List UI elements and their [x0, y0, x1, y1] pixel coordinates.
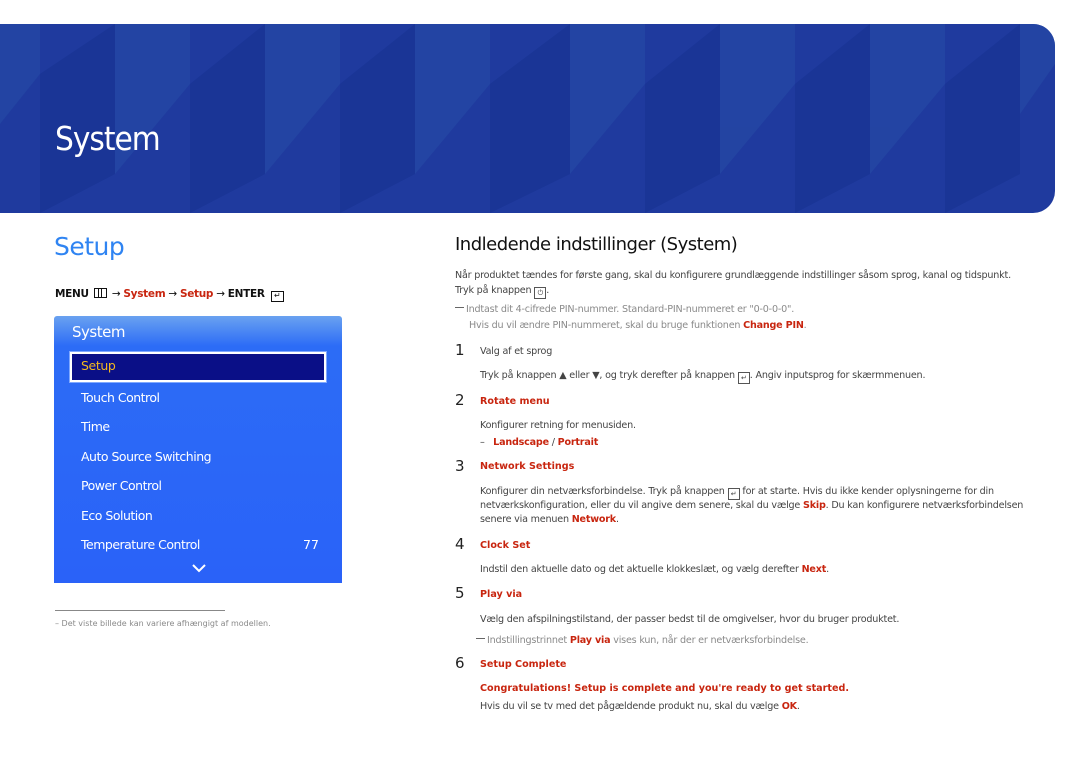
step-text-part: . [616, 514, 619, 525]
step-text-part: eller [569, 370, 590, 381]
step-text: Konfigurer retning for menusiden. [480, 420, 636, 431]
option-portrait: Portrait [557, 437, 599, 448]
system-menu-panel: System Setup Touch Control Time Auto Sou… [54, 316, 342, 583]
footnote-divider [55, 610, 225, 611]
pin-change-note: Hvis du vil ændre PIN-nummeret, skal du … [469, 320, 807, 331]
temperature-value: 77 [303, 537, 319, 552]
menu-item-temperature-control[interactable]: Temperature Control [81, 537, 200, 552]
menu-item-eco-solution[interactable]: Eco Solution [81, 508, 153, 523]
step-text-part: . Angiv inputsprog for skærmmenuen. [749, 370, 926, 381]
period: . [546, 285, 550, 296]
menu-item-auto-source-switching[interactable]: Auto Source Switching [81, 449, 212, 464]
step-title-network-settings: Network Settings [480, 461, 575, 472]
step-title-clock-set: Clock Set [480, 540, 531, 551]
arrow-icon: → [111, 288, 121, 300]
menu-item-label: Setup [81, 358, 116, 373]
breadcrumb-menu: MENU [55, 288, 89, 300]
step-text-part: . [826, 564, 829, 575]
play-via-note: Indstillingstrinnet Play via vises kun, … [476, 635, 809, 646]
step-text-part: Indstil den aktuelle dato og det aktuell… [480, 564, 799, 575]
arrow-icon: → [168, 288, 177, 300]
step-text-part: . [796, 701, 800, 712]
step-title-setup-complete: Setup Complete [480, 659, 567, 670]
menu-icon [93, 288, 107, 298]
menu-item-time[interactable]: Time [81, 419, 110, 434]
intro-text: Når produktet tændes for første gang, sk… [455, 270, 1011, 281]
arrow-icon: → [216, 288, 225, 300]
breadcrumb: MENU → System → Setup → ENTER ↵ [55, 288, 284, 302]
breadcrumb-system: System [123, 288, 166, 300]
step-number: 3 [455, 457, 465, 475]
step-text: Vælg den afspilningstilstand, der passer… [480, 614, 900, 625]
step-number: 5 [455, 584, 465, 602]
intro-press: Tryk på knappen ⏻. [455, 285, 549, 299]
step-title-play-via: Play via [480, 589, 523, 600]
breadcrumb-enter: ENTER [227, 288, 265, 300]
play-via-term: Play via [569, 635, 611, 646]
rotate-options: – Landscape / Portrait [480, 437, 599, 448]
ok-term: OK [781, 701, 797, 712]
enter-icon: ↵ [727, 488, 740, 500]
banner-title: System [55, 119, 161, 158]
skip-term: Skip [803, 500, 826, 511]
step-text-part: , og tryk derefter på knappen [599, 370, 735, 381]
step-text: netværkskonfiguration, eller du vil angi… [480, 500, 1023, 511]
step-text-part: senere via menuen [480, 514, 569, 525]
note-dash-icon [455, 307, 464, 308]
note-dash-icon [476, 638, 485, 639]
note-text-part: vises kun, når der er netværksforbindels… [613, 635, 809, 646]
step-text-part: . Du kan konfigurere netværksforbindelse… [825, 500, 1024, 511]
intro-press-text: Tryk på knappen [455, 285, 532, 296]
step-text-part: for at starte. Hvis du ikke kender oplys… [742, 486, 994, 497]
step-title: Valg af et sprog [480, 346, 553, 357]
change-pin-link: Change PIN [743, 320, 804, 331]
step-text: senere via menuen Network. [480, 514, 619, 525]
step-number: 6 [455, 654, 465, 672]
congratulations-text: Congratulations! Setup is complete and y… [480, 683, 849, 694]
content-heading: Indledende indstillinger (System) [455, 234, 738, 255]
step-text: Indstil den aktuelle dato og det aktuell… [480, 564, 829, 575]
section-title: Setup [54, 232, 125, 261]
step-text-part: Konfigurer din netværksforbindelse. Tryk… [480, 486, 725, 497]
breadcrumb-setup: Setup [179, 288, 214, 300]
power-button-icon: ⏻ [534, 287, 547, 299]
footnote: – Det viste billede kan variere afhængig… [55, 619, 271, 628]
step-text: Konfigurer din netværksforbindelse. Tryk… [480, 486, 994, 500]
option-landscape: Landscape [493, 437, 549, 448]
footnote-text: Det viste billede kan variere afhængigt … [61, 619, 271, 628]
menu-panel-title: System [72, 323, 125, 341]
enter-icon: ↵ [270, 291, 284, 302]
menu-item-setup-selected[interactable]: Setup [70, 352, 326, 382]
step-text: Hvis du vil se tv med det pågældende pro… [480, 701, 800, 712]
step-number: 2 [455, 391, 465, 409]
next-term: Next [801, 564, 827, 575]
pin-note: Indtast dit 4-cifrede PIN-nummer. Standa… [455, 304, 794, 315]
enter-icon: ↵ [737, 372, 750, 384]
step-number: 1 [455, 341, 465, 359]
separator: / [551, 437, 555, 448]
step-text-part: netværkskonfiguration, eller du vil angi… [480, 500, 801, 511]
step-text: Tryk på knappen ▲ eller ▼, og tryk deref… [480, 370, 925, 384]
step-number: 4 [455, 535, 465, 553]
network-term: Network [571, 514, 616, 525]
up-arrow-icon: ▲ [559, 370, 567, 381]
step-title-rotate-menu: Rotate menu [480, 396, 550, 407]
header-banner: System [0, 24, 1055, 213]
menu-item-power-control[interactable]: Power Control [81, 478, 162, 493]
step-text-part: Hvis du vil se tv med det pågældende pro… [480, 701, 779, 712]
pin-change-text: Hvis du vil ændre PIN-nummeret, skal du … [469, 320, 741, 331]
note-text-part: Indstillingstrinnet [487, 635, 567, 646]
step-text-part: Tryk på knappen [480, 370, 557, 381]
menu-item-touch-control[interactable]: Touch Control [81, 390, 160, 405]
chevron-down-icon[interactable] [191, 563, 207, 573]
pin-note-text: Indtast dit 4-cifrede PIN-nummer. Standa… [466, 304, 795, 315]
